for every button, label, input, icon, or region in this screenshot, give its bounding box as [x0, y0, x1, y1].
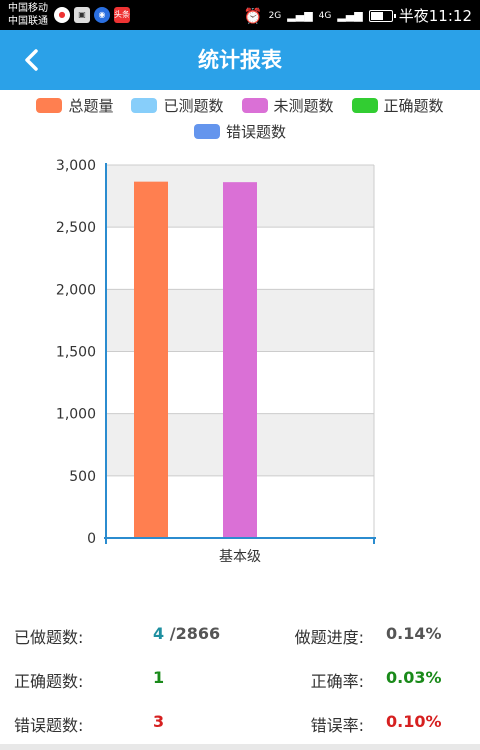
toutiao-icon: 头条 — [114, 7, 130, 23]
qq-icon: ◉ — [94, 7, 110, 23]
image-icon: ▣ — [74, 7, 90, 23]
y-tick-label: 500 — [69, 469, 96, 485]
legend-label-correct: 正确题数 — [383, 96, 444, 115]
status-bar: 中国移动 中国联通 ● ▣ ◉ 头条 ⏰ 2G ▂▄▆ 4G ▂▄▆ 半夜11:… — [0, 0, 480, 30]
progress-label: 做题进度: — [294, 628, 364, 647]
wrong-value: 3 — [153, 712, 165, 731]
legend-item-correct[interactable]: 正确题数 — [351, 95, 444, 116]
done-values: 4 /2866 — [153, 624, 220, 643]
legend-label-wrong: 错误题数 — [225, 122, 286, 141]
bar-1 — [134, 181, 168, 538]
legend-label-untested: 未测题数 — [273, 96, 334, 115]
legend-row-1: 总题量 已测题数 未测题数 正确题数 — [0, 92, 480, 118]
correct-label: 正确题数: — [14, 672, 84, 691]
app-header: 统计报表 — [0, 30, 480, 90]
legend-item-untested[interactable]: 未测题数 — [241, 95, 334, 116]
battery-icon — [368, 9, 396, 22]
wrong-label: 错误题数: — [14, 716, 84, 735]
legend-row-2: 错误题数 — [0, 118, 480, 144]
bar-3 — [223, 182, 257, 538]
y-tick-label: 0 — [87, 531, 96, 547]
y-tick-label: 3,000 — [56, 158, 96, 174]
stats-row-correct: 正确题数: 1 正确率: 0.03% — [0, 656, 480, 700]
legend-label-tested: 已测题数 — [163, 96, 224, 115]
y-tick-label: 1,500 — [56, 345, 96, 361]
carrier-2: 中国联通 — [8, 16, 48, 27]
correct-rate-label: 正确率: — [310, 672, 364, 691]
signal-2-icon: ▂▄▆ — [337, 9, 363, 22]
legend-item-wrong[interactable]: 错误题数 — [193, 121, 286, 142]
weibo-icon: ● — [54, 7, 70, 23]
legend-swatch-tested — [131, 97, 158, 113]
legend-swatch-correct — [351, 97, 378, 113]
legend-swatch-total — [36, 97, 63, 113]
wrong-rate-value: 0.10% — [386, 712, 442, 731]
signal-2-label: 4G — [318, 10, 332, 21]
y-tick-label: 2,000 — [56, 282, 96, 298]
progress-value: 0.14% — [386, 624, 442, 643]
stats-row-wrong: 错误题数: 3 错误率: 0.10% — [0, 700, 480, 744]
bottom-edge — [0, 744, 480, 750]
stats-panel: 已做题数: 4 /2866 做题进度: 0.14% 正确题数: 1 正确率: 0… — [0, 612, 480, 744]
clock: 半夜11:12 — [398, 7, 472, 25]
chart-legend: 总题量 已测题数 未测题数 正确题数 错误题数 — [0, 92, 480, 144]
page-title: 统计报表 — [198, 48, 282, 72]
y-tick-label: 1,000 — [56, 407, 96, 423]
done-value: 4 — [153, 624, 165, 643]
stats-row-done: 已做题数: 4 /2866 做题进度: 0.14% — [0, 612, 480, 656]
correct-value: 1 — [153, 668, 165, 687]
done-label: 已做题数: — [14, 628, 84, 647]
carrier-info: 中国移动 中国联通 — [8, 2, 48, 28]
bar-chart: 0 500 1,000 1,500 2,000 2,500 3,000 基本级 — [56, 158, 376, 565]
alarm-icon: ⏰ — [243, 6, 263, 25]
wrong-rate-label: 错误率: — [310, 716, 364, 735]
signal-1-label: 2G — [268, 10, 282, 21]
correct-rate-value: 0.03% — [386, 668, 442, 687]
legend-item-tested[interactable]: 已测题数 — [131, 95, 224, 116]
carrier-1: 中国移动 — [8, 3, 48, 14]
x-tick-label: 基本级 — [219, 548, 261, 565]
status-right: ⏰ 2G ▂▄▆ 4G ▂▄▆ 半夜11:12 — [244, 5, 472, 26]
total-value: /2866 — [169, 624, 221, 643]
signal-1-icon: ▂▄▆ — [287, 9, 313, 22]
legend-label-total: 总题量 — [68, 96, 114, 115]
legend-item-total[interactable]: 总题量 — [36, 95, 113, 116]
notification-icons: ● ▣ ◉ 头条 — [54, 7, 130, 23]
y-tick-label: 2,500 — [56, 220, 96, 236]
legend-swatch-untested — [241, 97, 268, 113]
legend-swatch-wrong — [193, 123, 220, 139]
